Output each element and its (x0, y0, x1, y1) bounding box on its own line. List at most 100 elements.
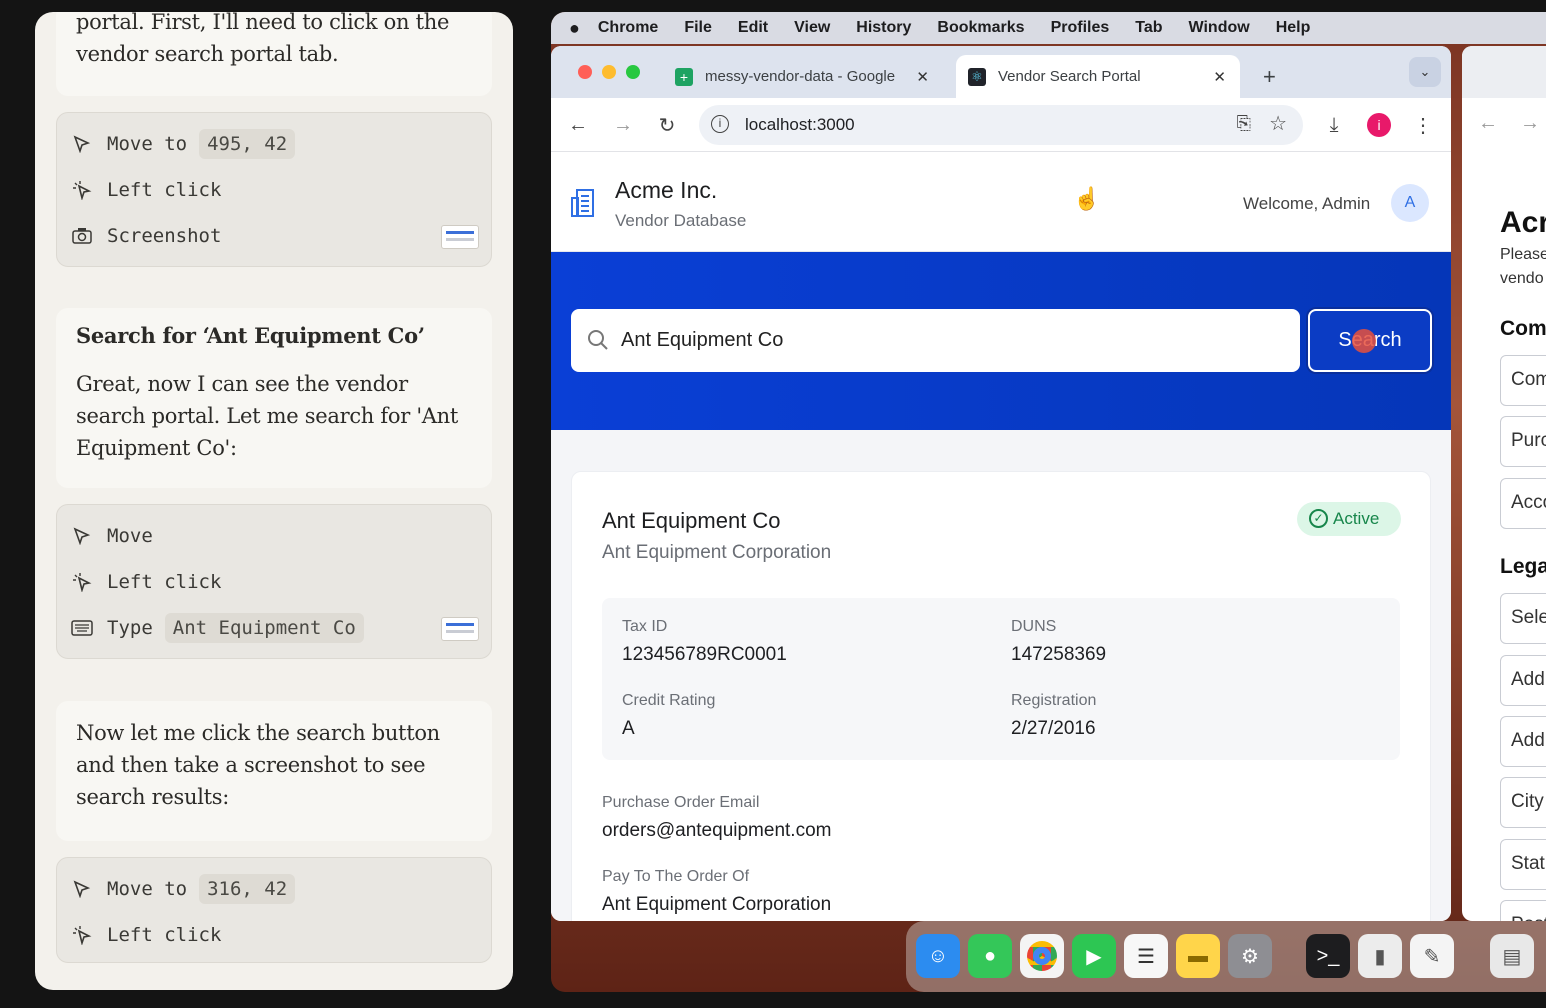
duns-value: 147258369 (1011, 644, 1107, 665)
check-circle-icon: ✓ (1309, 509, 1328, 528)
form-field[interactable]: Com (1500, 355, 1546, 406)
minimize-window-button[interactable] (602, 65, 616, 79)
form-select[interactable]: Sele (1500, 593, 1546, 644)
window-titlebar (1462, 46, 1546, 98)
section-heading-company: Com (1500, 317, 1546, 340)
profile-avatar[interactable]: i (1367, 113, 1391, 137)
chrome-window: + messy-vendor-data - Google ✕ ⚛ Vendor … (551, 46, 1451, 921)
tool-call-group-2: Move Left click Type Ant Equipment Co (56, 504, 492, 659)
tab-strip: + messy-vendor-data - Google ✕ ⚛ Vendor … (551, 46, 1451, 98)
message-text: Now let me click the search button and t… (76, 721, 440, 809)
form-field[interactable]: Add (1500, 655, 1546, 706)
cursor-icon (71, 133, 93, 155)
terminal-icon[interactable]: >_ (1306, 934, 1350, 978)
tool-call-click: Left click (71, 917, 221, 953)
tool-call-move: Move to 316, 42 (71, 871, 296, 907)
form-field[interactable]: City (1500, 777, 1546, 828)
maximize-window-button[interactable] (626, 65, 640, 79)
back-icon[interactable]: ← (1478, 112, 1498, 135)
textedit-icon[interactable]: ✎ (1410, 934, 1454, 978)
menu-help[interactable]: Help (1276, 19, 1311, 37)
menu-tab[interactable]: Tab (1135, 19, 1162, 37)
tab-search-button[interactable]: ⌄ (1409, 57, 1441, 87)
close-window-button[interactable] (578, 65, 592, 79)
camera-icon (71, 225, 93, 247)
vendor-name: Ant Equipment Co (602, 508, 781, 533)
form-field[interactable]: Post (1500, 900, 1546, 921)
form-intro-2: vendo (1500, 270, 1544, 287)
site-info-icon[interactable]: i (711, 115, 729, 133)
vendor-search-input[interactable]: Ant Equipment Co (571, 309, 1300, 372)
second-browser-window: ← → Acr Please vendo Com Com Purc Acco L… (1462, 46, 1546, 921)
form-field[interactable]: Add (1500, 716, 1546, 767)
form-field[interactable]: Purc (1500, 416, 1546, 467)
sheets-icon: + (675, 67, 693, 86)
credit-rating-label: Credit Rating (622, 692, 716, 709)
vendor-details-grid: Tax ID 123456789RC0001 DUNS 147258369 Cr… (602, 598, 1400, 760)
message-text: portal. First, I'll need to click on the… (76, 12, 450, 66)
close-tab-icon[interactable]: ✕ (916, 68, 929, 86)
tab-vendor-search-portal[interactable]: ⚛ Vendor Search Portal ✕ (956, 55, 1240, 98)
menu-file[interactable]: File (684, 19, 712, 37)
form-field[interactable]: Stat (1500, 839, 1546, 890)
menu-edit[interactable]: Edit (738, 19, 768, 37)
click-icon (71, 924, 93, 946)
company-name: Acme Inc. (615, 177, 718, 203)
browser-toolbar: ← → ↻ i localhost:3000 ⎘ ☆ ⤓ i ⋮ (551, 98, 1451, 152)
address-bar[interactable]: i localhost:3000 ⎘ ☆ (699, 105, 1303, 145)
click-icon (71, 571, 93, 593)
user-avatar[interactable]: A (1391, 184, 1429, 222)
menu-view[interactable]: View (794, 19, 830, 37)
vendor-result-card[interactable]: Ant Equipment Co Ant Equipment Corporati… (571, 471, 1431, 921)
react-icon: ⚛ (968, 67, 986, 86)
install-app-icon[interactable]: ⎘ (1237, 113, 1251, 134)
tax-id-label: Tax ID (622, 618, 668, 635)
menu-app-name[interactable]: Chrome (598, 19, 658, 37)
welcome-text: Welcome, Admin (1243, 194, 1371, 213)
forward-icon[interactable]: → (1520, 112, 1540, 135)
tool-call-move: Move to 495, 42 (71, 126, 296, 162)
facetime-icon[interactable]: ▶ (1072, 934, 1116, 978)
reload-icon[interactable]: ↻ (655, 113, 679, 137)
download-icon[interactable]: ⤓ (1322, 113, 1346, 137)
document-icon[interactable]: ▤ (1490, 934, 1534, 978)
new-tab-button[interactable]: + (1251, 55, 1281, 98)
tool-call-type: Type Ant Equipment Co (71, 610, 364, 646)
apple-icon[interactable]: ● (569, 18, 580, 39)
bookmark-star-icon[interactable]: ☆ (1269, 111, 1287, 136)
tool-call-click: Left click (71, 564, 221, 600)
messages-icon[interactable]: ● (968, 934, 1012, 978)
click-indicator (1352, 329, 1376, 353)
menu-window[interactable]: Window (1189, 19, 1250, 37)
screenshot-thumbnail[interactable] (441, 617, 479, 641)
registration-label: Registration (1011, 692, 1097, 709)
archive-icon[interactable]: ▮ (1358, 934, 1402, 978)
search-hero: Ant Equipment Co Search (551, 252, 1451, 430)
macos-menubar: ● Chrome File Edit View History Bookmark… (551, 12, 1546, 44)
menu-profiles[interactable]: Profiles (1051, 19, 1110, 37)
assistant-message-2: Search for ‘Ant Equipment Co’ Great, now… (56, 308, 492, 488)
menu-history[interactable]: History (856, 19, 911, 37)
registration-value: 2/27/2016 (1011, 718, 1096, 739)
pay-to-label: Pay To The Order Of (602, 868, 750, 885)
tab-sheets[interactable]: + messy-vendor-data - Google ✕ (663, 55, 943, 98)
menu-bookmarks[interactable]: Bookmarks (937, 19, 1024, 37)
finder-icon[interactable]: ☺ (916, 934, 960, 978)
click-icon (71, 179, 93, 201)
tool-call-move: Move (71, 518, 153, 554)
back-icon[interactable]: ← (566, 113, 590, 137)
pay-to-value: Ant Equipment Corporation (602, 894, 832, 915)
screenshot-thumbnail[interactable] (441, 225, 479, 249)
vendor-portal-page: Acme Inc. Vendor Database Welcome, Admin… (551, 153, 1451, 921)
more-menu-icon[interactable]: ⋮ (1411, 113, 1435, 137)
keyboard-icon (71, 617, 93, 639)
tool-call-click: Left click (71, 172, 221, 208)
close-tab-icon[interactable]: ✕ (1213, 68, 1226, 86)
reminders-icon[interactable]: ☰ (1124, 934, 1168, 978)
system-settings-icon[interactable]: ⚙ (1228, 934, 1272, 978)
notes-icon[interactable]: ▬ (1176, 934, 1220, 978)
forward-icon[interactable]: → (611, 113, 635, 137)
form-field[interactable]: Acco (1500, 478, 1546, 529)
chrome-icon[interactable] (1020, 934, 1064, 978)
section-heading-legal: Lega (1500, 555, 1546, 578)
